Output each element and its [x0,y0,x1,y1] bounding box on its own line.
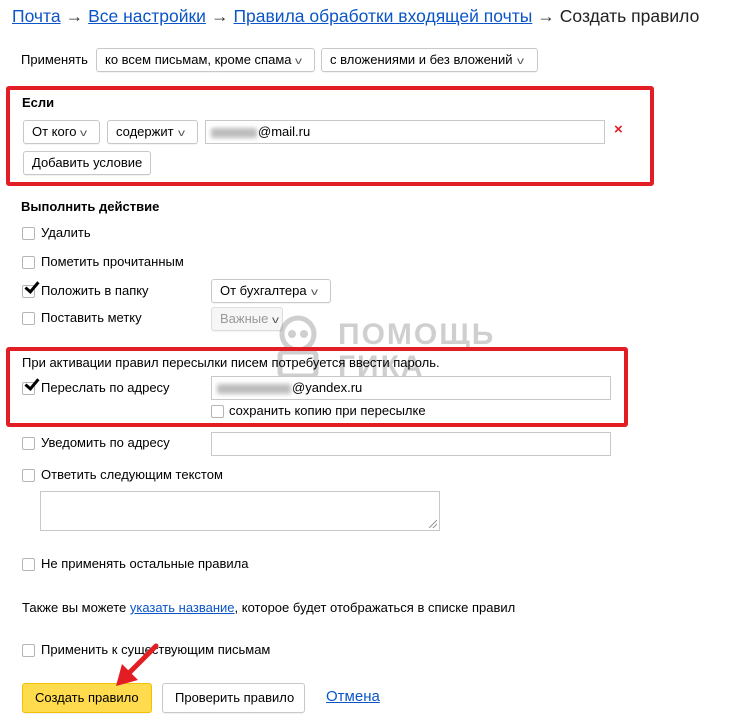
chevron-down-icon: v [177,128,185,139]
name-hint-after: , которое будет отображаться в списке пр… [234,600,516,615]
delete-label: Удалить [41,225,91,240]
remove-condition-icon[interactable]: × [614,121,623,138]
breadcrumb-all-settings[interactable]: Все настройки [88,6,206,26]
forward-notice: При активации правил пересылки писем пот… [22,355,440,370]
set-label-label: Поставить метку [41,310,142,325]
apply-existing-checkbox[interactable] [22,644,35,657]
breadcrumb-mail[interactable]: Почта [12,6,61,26]
reply-checkbox[interactable] [22,469,35,482]
breadcrumb: Почта → Все настройки → Правила обработки вх… [12,6,699,27]
forward-address-suffix: @yandex.ru [292,380,363,395]
breadcrumb-rules[interactable]: Правила обработки входящей почты [233,6,532,26]
keep-copy-label: сохранить копию при пересылке [229,403,426,418]
notify-checkbox[interactable] [22,437,35,450]
set-name-link[interactable]: указать название [130,600,235,615]
pointer-arrow-icon [116,643,159,686]
stop-rules-checkbox[interactable] [22,558,35,571]
breadcrumb-separator: → [65,6,84,26]
cancel-link[interactable]: Отмена [326,688,380,705]
page-title: Создать правило [559,6,700,26]
reply-textarea[interactable] [40,491,440,531]
forward-address-input[interactable]: @yandex.ru [211,376,611,400]
forward-label: Переслать по адресу [41,380,170,395]
label-value: Важные [220,311,269,326]
condition-value-input[interactable]: @mail.ru [205,120,605,144]
actions-heading: Выполнить действие [21,199,160,214]
condition-operator-value: содержит [116,124,174,139]
mark-read-checkbox[interactable] [22,256,35,269]
delete-checkbox[interactable] [22,227,35,240]
name-hint: Также вы можете указать название, которо… [22,600,515,615]
keep-copy-checkbox[interactable] [211,405,224,418]
chevron-down-icon: v [310,287,318,298]
redacted-text [211,127,257,138]
breadcrumb-separator: → [210,6,229,26]
add-condition-button[interactable]: Добавить условие [23,151,151,175]
apply-label: Применять [21,52,88,67]
check-rule-button[interactable]: Проверить правило [162,683,305,713]
chevron-down-icon: v [80,128,88,139]
move-folder-label: Положить в папку [41,283,149,298]
name-hint-before: Также вы можете [22,600,130,615]
notify-address-input[interactable] [211,432,611,456]
label-select[interactable]: Важные v [211,307,283,331]
mark-read-label: Пометить прочитанным [41,254,184,269]
folder-select[interactable]: От бухгалтера v [211,279,331,303]
chevron-down-icon: v [295,56,303,67]
condition-heading: Если [22,95,55,110]
chevron-down-icon: v [272,315,280,326]
condition-field-value: От кого [32,124,77,139]
condition-operator-select[interactable]: содержит v [107,120,198,144]
resize-grip-icon[interactable] [429,520,437,528]
condition-value-suffix: @mail.ru [258,124,311,139]
set-label-checkbox[interactable] [22,312,35,325]
apply-attachments-value: с вложениями и без вложений [330,52,513,67]
apply-attachments-select[interactable]: с вложениями и без вложений v [321,48,538,72]
chevron-down-icon: v [516,56,524,67]
stop-rules-label: Не применять остальные правила [41,556,249,571]
apply-scope-select[interactable]: ко всем письмам, кроме спама v [96,48,315,72]
redacted-text [217,383,291,394]
reply-label: Ответить следующим текстом [41,467,223,482]
folder-value: От бухгалтера [220,283,307,298]
notify-label: Уведомить по адресу [41,435,170,450]
condition-field-select[interactable]: От кого v [23,120,100,144]
breadcrumb-separator: → [537,6,555,26]
apply-scope-value: ко всем письмам, кроме спама [105,52,292,67]
